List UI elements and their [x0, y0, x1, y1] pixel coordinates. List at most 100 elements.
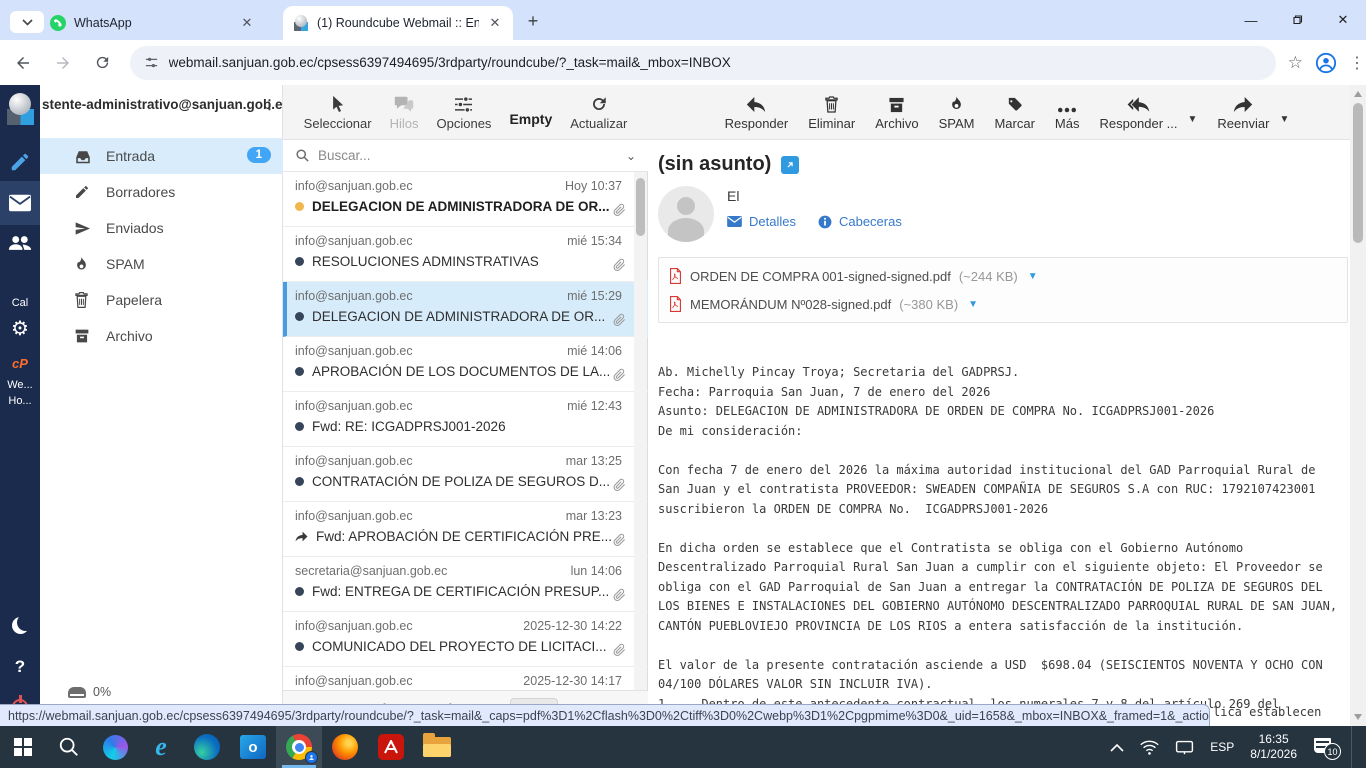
address-bar[interactable]: webmail.sanjuan.gob.ec/cpsess6397494695/… [129, 45, 1276, 80]
file-explorer-button[interactable] [414, 726, 460, 768]
webmail-home-label-2[interactable]: Ho... [0, 393, 40, 408]
reload-button[interactable] [86, 46, 120, 80]
forward-button[interactable]: Reenviar [1217, 93, 1269, 131]
email-list-item[interactable]: info@sanjuan.gob.ec Hoy 10:37 DELEGACION … [283, 172, 648, 227]
email-list-item-selected[interactable]: info@sanjuan.gob.ec mié 15:29 DELEGACION … [283, 282, 648, 337]
list-scrollbar-thumb[interactable] [636, 178, 645, 236]
folder-item-spam[interactable]: SPAM [40, 246, 283, 282]
empty-button[interactable]: Empty [509, 97, 552, 127]
start-button[interactable] [0, 726, 46, 768]
attachment-menu-caret-icon[interactable]: ▼ [1028, 271, 1038, 282]
spam-button[interactable]: SPAM [939, 93, 974, 131]
email-list-item[interactable]: info@sanjuan.gob.ec mar 13:23 Fwd: APROBA… [283, 502, 648, 557]
archive-label: Archivo [875, 116, 919, 131]
wifi-icon[interactable] [1140, 740, 1159, 755]
dark-mode-moon-icon[interactable] [0, 613, 40, 637]
tab-close-icon[interactable]: ✕ [239, 15, 255, 31]
open-in-new-window-icon[interactable] [781, 155, 800, 174]
tab-whatsapp[interactable]: WhatsApp ✕ [40, 6, 265, 40]
browser-menu-icon[interactable]: ⋮ [1349, 53, 1366, 73]
attachment-item[interactable]: MEMORÁNDUM Nº028-signed.pdf (~380 KB) ▼ [669, 290, 1337, 318]
folder-item-enviados[interactable]: Enviados [40, 210, 283, 246]
reply-all-caret-icon[interactable]: ▼ [1188, 114, 1198, 125]
folder-item-borradores[interactable]: Borradores [40, 174, 283, 210]
email-list-item[interactable]: info@sanjuan.gob.ec mié 12:43 Fwd: RE: IC… [283, 392, 648, 447]
folder-item-entrada[interactable]: Entrada 1 [40, 138, 283, 174]
details-link[interactable]: Detalles [727, 214, 796, 229]
close-window-button[interactable]: ✕ [1320, 0, 1366, 40]
minimize-button[interactable]: — [1228, 0, 1274, 40]
search-icon [296, 149, 309, 162]
search-options-chevron-icon[interactable]: ⌄ [626, 149, 636, 163]
options-button[interactable]: Opciones [437, 93, 491, 131]
email-list-item[interactable]: info@sanjuan.gob.ec 2025-12-30 14:22 COMU… [283, 612, 648, 667]
delete-button[interactable]: Eliminar [808, 93, 855, 131]
message-scrollbar-thumb[interactable] [1353, 103, 1363, 243]
attachment-item[interactable]: ORDEN DE COMPRA 001-signed-signed.pdf (~… [669, 262, 1337, 290]
tray-expand-chevron-icon[interactable] [1110, 743, 1124, 752]
calendar-label[interactable]: Cal [0, 295, 40, 311]
profile-icon[interactable] [1315, 52, 1337, 74]
internet-explorer-button[interactable]: e [138, 726, 184, 768]
email-list-item[interactable]: info@sanjuan.gob.ec mié 15:34 RESOLUCIONE… [283, 227, 648, 282]
email-list-item[interactable]: info@sanjuan.gob.ec 2025-12-30 14:17 [283, 667, 648, 690]
account-menu-icon[interactable]: ⋮ [263, 97, 276, 113]
forward-caret-icon[interactable]: ▼ [1279, 114, 1289, 125]
notifications-button[interactable]: 10 [1313, 738, 1341, 760]
select-button[interactable]: Seleccionar [304, 93, 372, 131]
headers-link[interactable]: Cabeceras [818, 214, 902, 229]
email-list-item[interactable]: info@sanjuan.gob.ec mié 14:06 APROBACIÓN … [283, 337, 648, 392]
outlook-button[interactable]: o [230, 726, 276, 768]
message-scrollbar[interactable] [1350, 85, 1366, 726]
reply-button[interactable]: Responder [725, 93, 788, 131]
scroll-up-arrow-icon[interactable] [1354, 91, 1362, 97]
archive-button[interactable]: Archivo [875, 93, 919, 131]
compose-button[interactable] [0, 147, 40, 177]
attachment-menu-caret-icon[interactable]: ▼ [968, 299, 978, 310]
email-list-item[interactable]: info@sanjuan.gob.ec mar 13:25 CONTRATACIÓ… [283, 447, 648, 502]
site-settings-icon[interactable] [144, 55, 159, 70]
bookmark-icon[interactable]: ☆ [1288, 53, 1303, 73]
more-label: Más [1054, 116, 1080, 131]
app-sidebar-strip: Cal ⚙ cP We... Ho... ? [0, 85, 40, 726]
email-list-item[interactable]: secretaria@sanjuan.gob.ec lun 14:06 Fwd: … [283, 557, 648, 612]
taskbar-search-button[interactable] [46, 726, 92, 768]
tab-close-icon[interactable]: ✕ [487, 15, 503, 31]
more-button[interactable]: Más [1054, 93, 1080, 131]
maximize-button[interactable] [1274, 0, 1320, 40]
new-tab-button[interactable]: + [522, 10, 544, 32]
tab-search-button[interactable] [10, 11, 44, 33]
mail-icon[interactable] [0, 186, 40, 220]
email-rows: info@sanjuan.gob.ec Hoy 10:37 DELEGACION … [283, 172, 648, 690]
refresh-button[interactable]: Actualizar [570, 93, 627, 131]
reply-all-button[interactable]: Responder ... [1099, 93, 1178, 131]
mark-button[interactable]: Marcar [994, 93, 1035, 131]
tab-roundcube[interactable]: (1) Roundcube Webmail :: Entra ✕ [283, 6, 513, 40]
folder-item-archivo[interactable]: Archivo [40, 318, 283, 354]
folder-item-papelera[interactable]: Papelera [40, 282, 283, 318]
acrobat-button[interactable] [368, 726, 414, 768]
show-desktop-button[interactable] [1351, 726, 1356, 768]
folder-label: SPAM [106, 256, 145, 272]
list-scrollbar[interactable] [634, 172, 647, 690]
scroll-down-arrow-icon[interactable] [1354, 714, 1362, 720]
help-icon[interactable]: ? [0, 655, 40, 679]
edge-button[interactable] [184, 726, 230, 768]
language-indicator[interactable]: ESP [1210, 740, 1234, 754]
back-button[interactable] [6, 46, 40, 80]
chrome-button-active[interactable] [276, 726, 322, 768]
clock[interactable]: 16:35 8/1/2026 [1250, 732, 1297, 762]
contacts-icon[interactable] [0, 228, 40, 258]
display-cast-icon[interactable] [1175, 740, 1194, 755]
webmail-home-label-1[interactable]: We... [0, 377, 40, 392]
time: 16:35 [1258, 732, 1289, 746]
forward-button[interactable] [46, 46, 80, 80]
email-date: mar 13:23 [565, 509, 622, 523]
copilot-button[interactable] [92, 726, 138, 768]
threads-button[interactable]: Hilos [390, 93, 419, 131]
unread-dot [295, 422, 304, 431]
search-input[interactable] [318, 148, 618, 163]
firefox-button[interactable] [322, 726, 368, 768]
cpanel-icon[interactable]: cP [0, 353, 40, 373]
settings-gear-icon[interactable]: ⚙ [0, 315, 40, 341]
